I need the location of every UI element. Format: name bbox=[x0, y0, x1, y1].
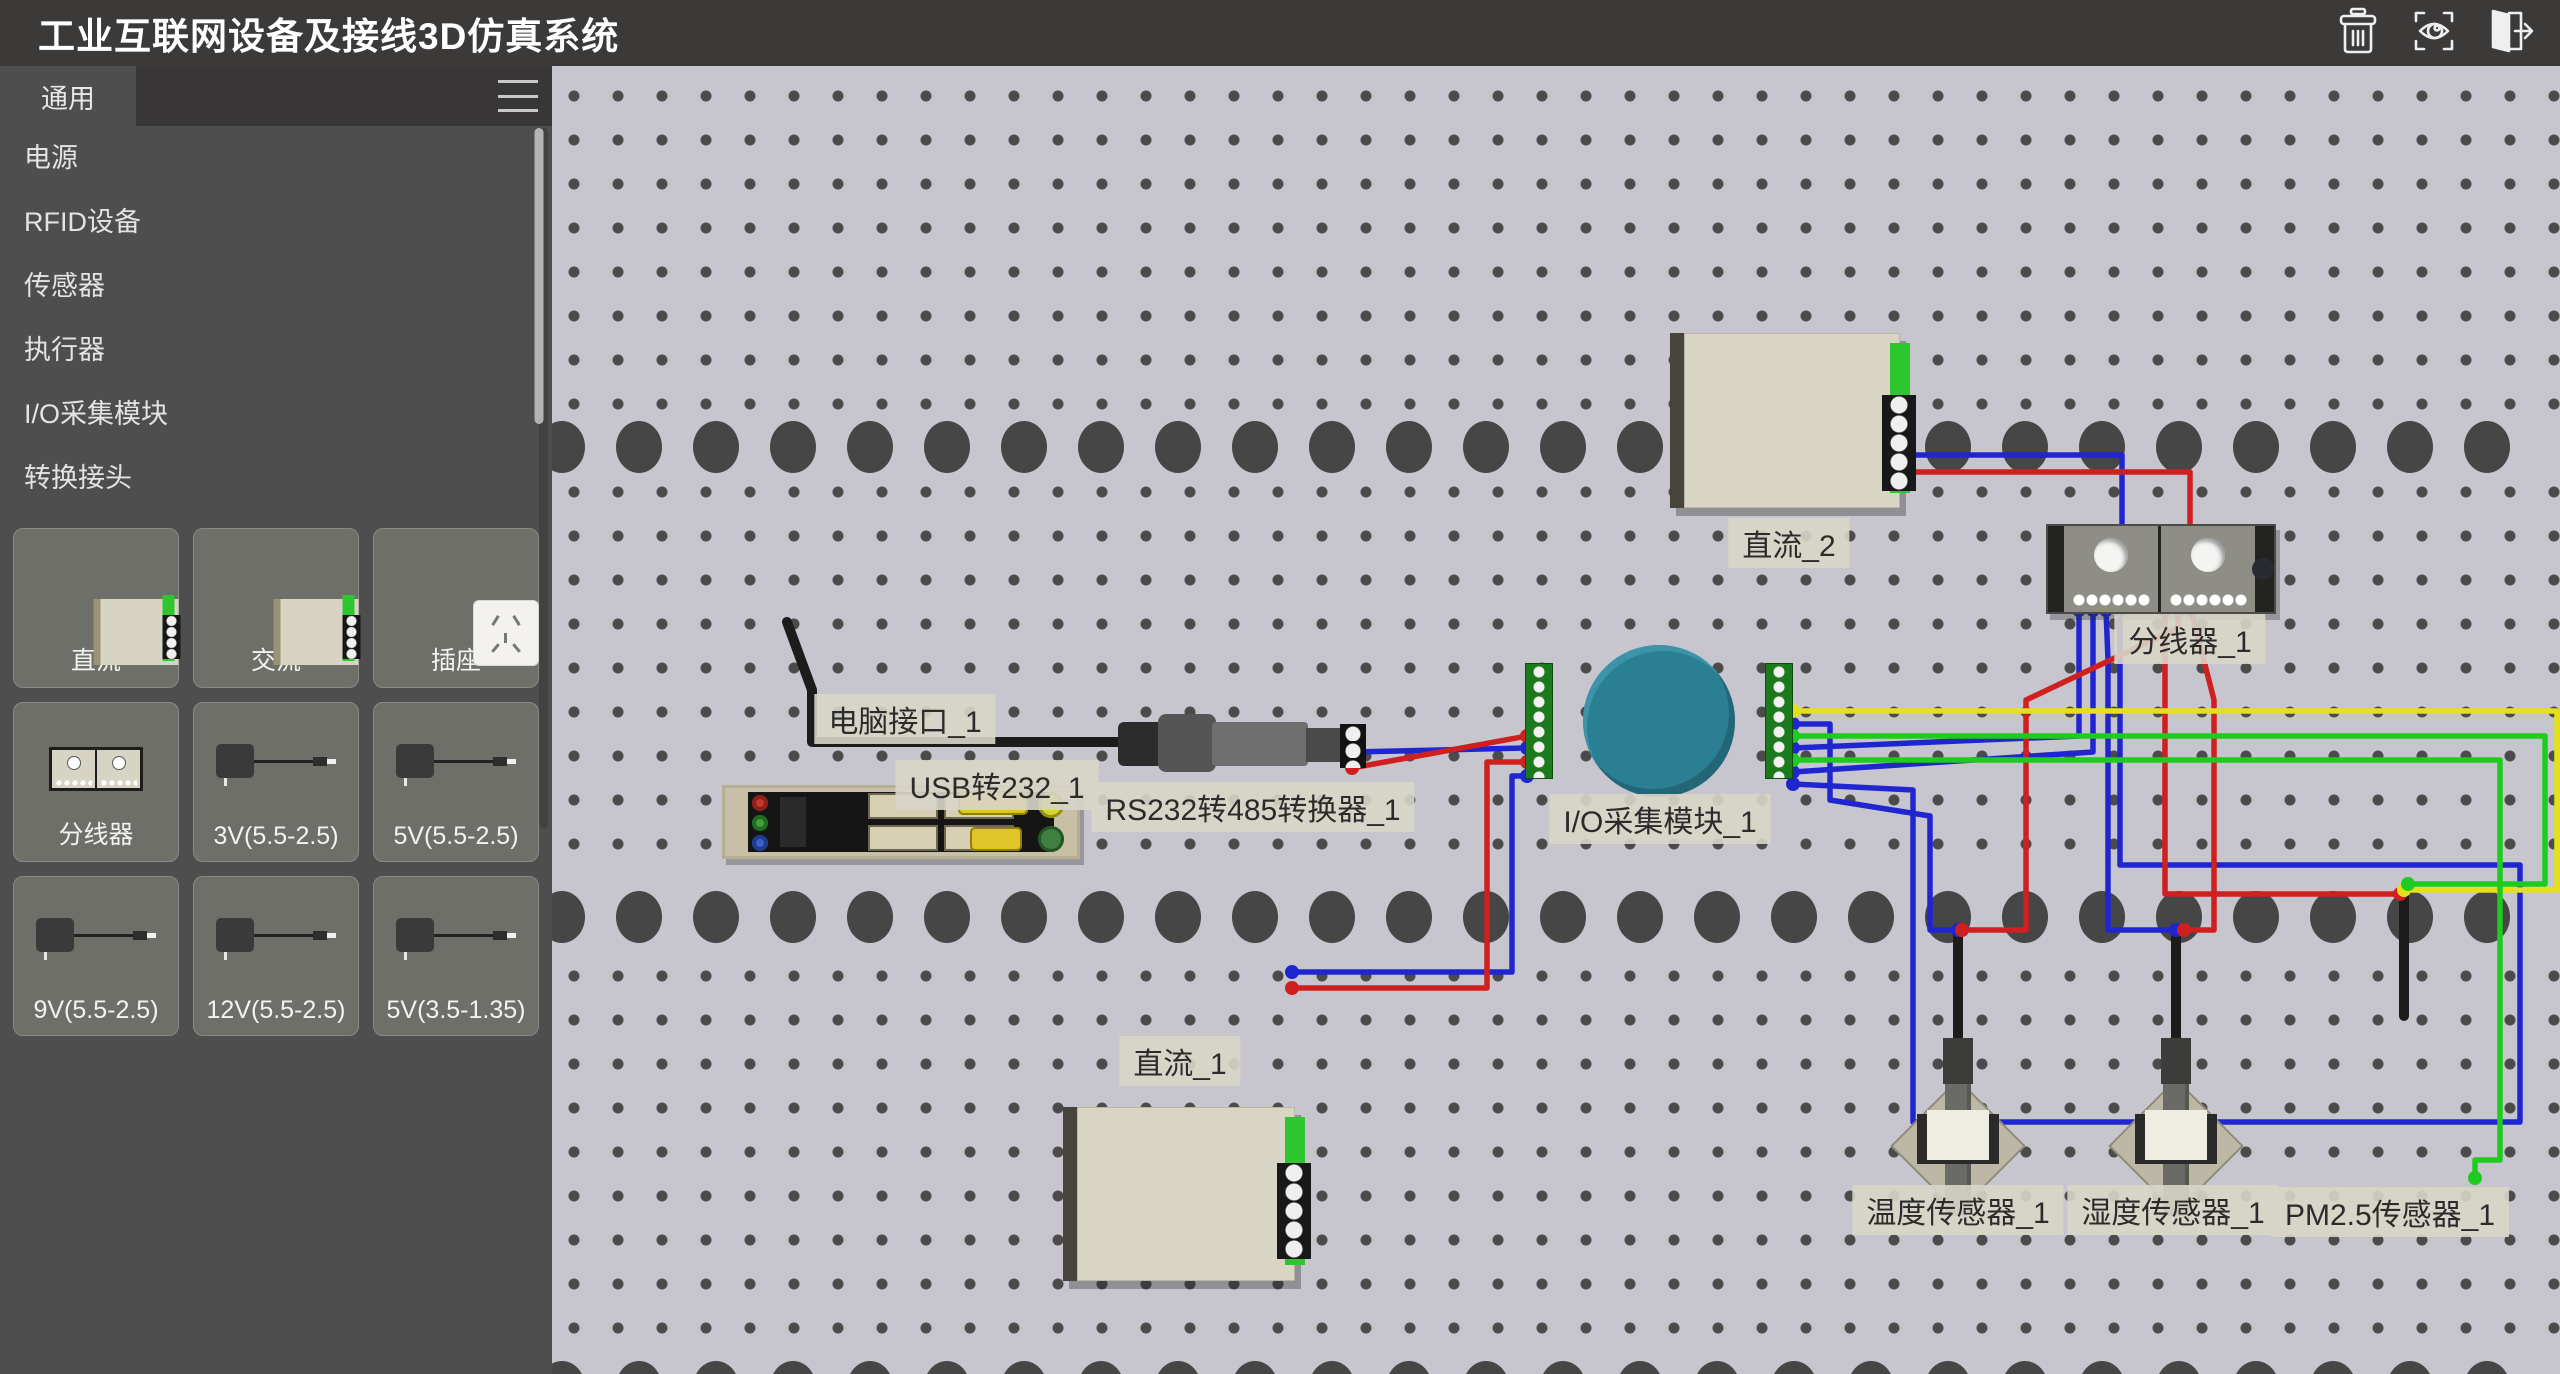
palette-card-socket[interactable]: 插座 bbox=[373, 528, 539, 688]
label-pm25: PM2.5传感器_1 bbox=[2271, 1187, 2509, 1237]
sidebar-item-actuator[interactable]: 执行器 bbox=[0, 318, 540, 382]
tab-general[interactable]: 通用 bbox=[0, 66, 136, 126]
palette-card-v5[interactable]: 5V(5.5-2.5) bbox=[373, 702, 539, 862]
adapter-thumbnail bbox=[216, 915, 336, 955]
palette-card-v5b[interactable]: 5V(3.5-1.35) bbox=[373, 876, 539, 1036]
converter-terminal bbox=[1340, 724, 1366, 768]
device-dc-psu-1[interactable] bbox=[1063, 1107, 1295, 1281]
converter-neck bbox=[1306, 728, 1340, 762]
label-dc1: 直流_1 bbox=[1119, 1036, 1240, 1086]
adapter-thumbnail bbox=[396, 915, 516, 955]
label-hum: 湿度传感器_1 bbox=[2067, 1185, 2278, 1235]
splitter-block-right bbox=[2161, 526, 2258, 612]
adapter-thumbnail bbox=[396, 741, 516, 781]
label-dc2: 直流_2 bbox=[1728, 518, 1849, 568]
sidebar-menu: 电源RFID设备传感器执行器I/O采集模块转换接头 bbox=[0, 126, 540, 510]
sidebar-item-rfid[interactable]: RFID设备 bbox=[0, 190, 540, 254]
palette-card-dc[interactable]: 直流 bbox=[13, 528, 179, 688]
psu-thumbnail bbox=[273, 599, 358, 665]
io-terminal-right bbox=[1765, 663, 1793, 779]
psu-thumbnail bbox=[93, 599, 178, 665]
splitter-end-cap bbox=[2258, 526, 2274, 612]
sidebar-tabstrip: 通用 bbox=[0, 66, 552, 126]
usb-port bbox=[868, 825, 938, 851]
app-title: 工业互联网设备及接线3D仿真系统 bbox=[0, 6, 619, 60]
converter-body bbox=[1212, 722, 1308, 766]
trash-icon bbox=[2335, 7, 2381, 60]
component-sidebar: 通用 电源RFID设备传感器执行器I/O采集模块转换接头 直流交流插座分线器 3V… bbox=[0, 66, 552, 1374]
splitter-block-left bbox=[2064, 526, 2161, 612]
exit-button[interactable] bbox=[2482, 5, 2538, 61]
palette-card-label: 分线器 bbox=[58, 815, 133, 851]
sidebar-item-sensor[interactable]: 传感器 bbox=[0, 254, 540, 318]
palette-grid: 直流交流插座分线器 3V(5.5-2.5) 5V(5.5-2.5) 9V(5.5-2.… bbox=[0, 528, 552, 1036]
adapter-thumbnail bbox=[216, 741, 336, 781]
device-dc-psu-2[interactable] bbox=[1670, 333, 1900, 508]
splitter-thumbnail bbox=[49, 747, 143, 791]
sensor-cable-boot bbox=[2161, 1038, 2191, 1084]
menu-toggle-icon[interactable] bbox=[498, 80, 538, 112]
exit-door-icon bbox=[2485, 7, 2535, 60]
title-bar: 工业互联网设备及接线3D仿真系统 bbox=[0, 0, 2560, 66]
adapter-thumbnail bbox=[36, 915, 156, 955]
device-io-module-1[interactable] bbox=[1525, 645, 1793, 797]
palette-card-splitter[interactable]: 分线器 bbox=[13, 702, 179, 862]
label-temp: 温度传感器_1 bbox=[1852, 1185, 2063, 1235]
device-splitter-1[interactable] bbox=[2046, 524, 2276, 614]
sidebar-item-power[interactable]: 电源 bbox=[0, 126, 540, 190]
palette-card-v12[interactable]: 12V(5.5-2.5) bbox=[193, 876, 359, 1036]
label-splitter: 分线器_1 bbox=[2114, 614, 2265, 664]
palette-card-v3[interactable]: 3V(5.5-2.5) bbox=[193, 702, 359, 862]
sensor-collar bbox=[1927, 1110, 1989, 1160]
sidebar-item-io[interactable]: I/O采集模块 bbox=[0, 382, 540, 446]
palette-card-label: 3V(5.5-2.5) bbox=[213, 822, 338, 851]
palette-card-label: 5V(5.5-2.5) bbox=[393, 822, 518, 851]
preview-button[interactable] bbox=[2406, 5, 2462, 61]
serial-port-bottom bbox=[970, 827, 1022, 851]
palette-card-label: 12V(5.5-2.5) bbox=[207, 996, 346, 1025]
device-rs232-485-converter-1[interactable] bbox=[1118, 712, 1368, 778]
label-rs485: RS232转485转换器_1 bbox=[1091, 782, 1414, 832]
pegboard-canvas[interactable]: 直流_2 电脑接口_1 USB转232_1 RS232转485转换器_1 I/O… bbox=[552, 66, 2560, 1374]
psu-terminal-block bbox=[1882, 395, 1916, 491]
psu-terminal-block bbox=[1277, 1163, 1311, 1259]
palette-card-label: 5V(3.5-1.35) bbox=[387, 996, 526, 1025]
audio-jack-blue bbox=[752, 835, 768, 851]
palette-card-label: 9V(5.5-2.5) bbox=[33, 996, 158, 1025]
audio-jack-green bbox=[752, 815, 768, 831]
usb-tower bbox=[780, 797, 806, 847]
scrollbar-thumb[interactable] bbox=[535, 128, 544, 424]
sidebar-item-adapter[interactable]: 转换接头 bbox=[0, 446, 540, 510]
label-pc: 电脑接口_1 bbox=[814, 694, 995, 744]
audio-jack-red bbox=[752, 795, 768, 811]
ps2-port-green bbox=[1038, 826, 1064, 852]
eye-view-icon bbox=[2410, 7, 2458, 60]
io-terminal-left bbox=[1525, 663, 1553, 779]
label-io: I/O采集模块_1 bbox=[1549, 794, 1770, 844]
sensor-cable-boot bbox=[1943, 1038, 1973, 1084]
label-usb232: USB转232_1 bbox=[895, 760, 1098, 810]
splitter-end-cap bbox=[2048, 526, 2064, 612]
palette-card-ac[interactable]: 交流 bbox=[193, 528, 359, 688]
socket-thumbnail bbox=[474, 601, 538, 665]
delete-button[interactable] bbox=[2330, 5, 2386, 61]
io-disc bbox=[1583, 645, 1735, 797]
db9-shell bbox=[1158, 714, 1216, 772]
palette-card-v9[interactable]: 9V(5.5-2.5) bbox=[13, 876, 179, 1036]
sensor-collar bbox=[2145, 1110, 2207, 1160]
toolbar bbox=[2330, 5, 2560, 61]
